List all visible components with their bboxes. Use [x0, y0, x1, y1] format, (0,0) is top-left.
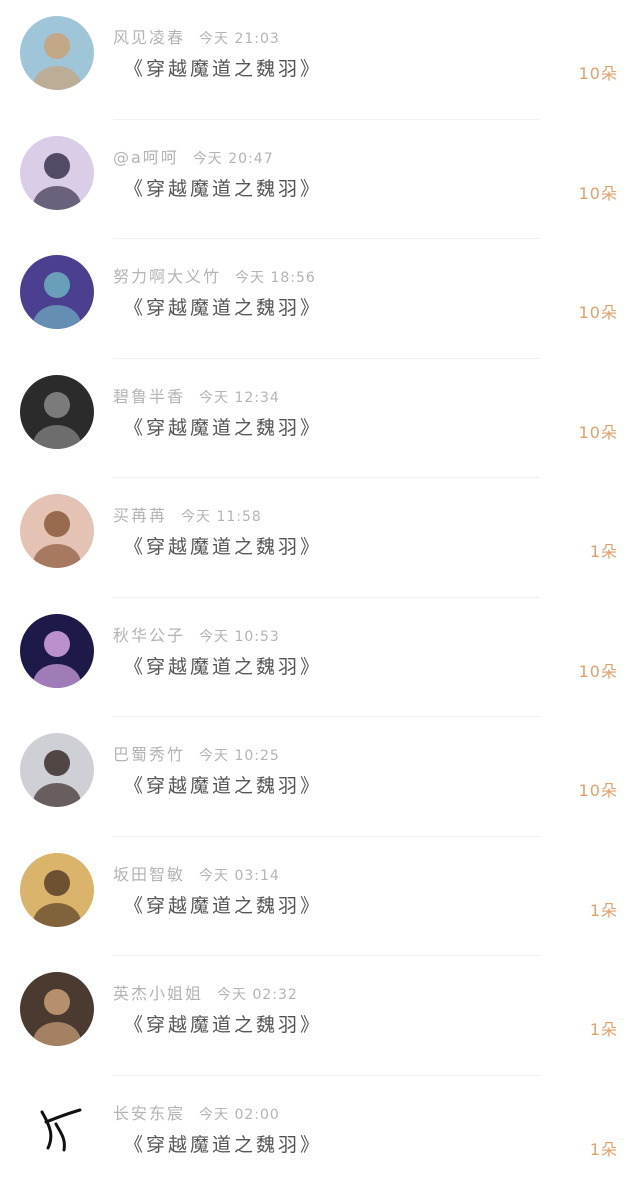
timestamp: 今天 20:47	[192, 150, 274, 167]
username[interactable]: 努力啊大义竹	[113, 267, 221, 286]
username[interactable]: 买苒苒	[113, 506, 167, 525]
user-photo-icon	[20, 16, 94, 90]
book-title[interactable]: 《穿越魔道之魏羽》	[124, 1010, 322, 1037]
user-photo-icon	[20, 972, 94, 1046]
user-meta: 秋华公子 今天 10:53	[113, 622, 280, 646]
username[interactable]: 长安东宸	[113, 1104, 185, 1123]
user-photo-icon	[20, 852, 94, 927]
book-title[interactable]: 《穿越魔道之魏羽》	[124, 1130, 322, 1157]
user-meta: @a呵呵 今天 20:47	[113, 144, 274, 168]
username[interactable]: 巴蜀秀竹	[113, 745, 185, 764]
book-title[interactable]: 《穿越魔道之魏羽》	[124, 54, 322, 81]
gift-count: 1朵	[589, 1020, 618, 1039]
timestamp: 今天 12:34	[199, 389, 280, 406]
book-title[interactable]: 《穿越魔道之魏羽》	[124, 532, 322, 559]
timestamp: 今天 02:32	[217, 987, 298, 1003]
list-item[interactable]: 买苒苒 今天 11:58 《穿越魔道之魏羽》 1朵	[0, 478, 640, 598]
book-title[interactable]: 《穿越魔道之魏羽》	[124, 891, 322, 918]
avatar[interactable]	[20, 374, 94, 449]
list-item[interactable]: 风见凌春 今天 21:03 《穿越魔道之魏羽》 10朵	[0, 0, 640, 120]
username[interactable]: 碧鲁半香	[113, 387, 185, 406]
timestamp: 今天 21:03	[199, 31, 280, 47]
user-photo-icon	[20, 613, 94, 688]
gift-count: 10朵	[578, 64, 618, 83]
user-meta: 碧鲁半香 今天 12:34	[113, 383, 280, 407]
timestamp: 今天 11:58	[181, 509, 262, 525]
book-title[interactable]: 《穿越魔道之魏羽》	[124, 293, 322, 320]
username[interactable]: @a呵呵	[113, 148, 179, 167]
user-meta: 努力啊大义竹 今天 18:56	[113, 263, 316, 287]
book-title[interactable]: 《穿越魔道之魏羽》	[124, 413, 322, 440]
gift-count: 1朵	[589, 900, 618, 920]
user-photo-icon	[20, 374, 94, 449]
user-meta: 长安东宸 今天 02:00	[113, 1100, 280, 1124]
user-photo-icon	[20, 135, 94, 210]
list-item[interactable]: 秋华公子 今天 10:53 《穿越魔道之魏羽》 10朵	[0, 598, 640, 717]
user-photo-icon	[20, 733, 94, 807]
user-meta: 买苒苒 今天 11:58	[113, 502, 262, 526]
list-item[interactable]: 英杰小姐姐 今天 02:32 《穿越魔道之魏羽》 1朵	[0, 956, 640, 1076]
book-title[interactable]: 《穿越魔道之魏羽》	[124, 174, 322, 201]
avatar[interactable]	[20, 852, 94, 927]
gift-count: 10朵	[578, 661, 618, 681]
user-meta: 坂田智敏 今天 03:14	[113, 861, 280, 885]
book-title[interactable]: 《穿越魔道之魏羽》	[124, 771, 322, 798]
username[interactable]: 秋华公子	[113, 626, 185, 645]
avatar[interactable]	[20, 494, 94, 568]
list-item[interactable]: 坂田智敏 今天 03:14 《穿越魔道之魏羽》 1朵	[0, 837, 640, 956]
timestamp: 今天 02:00	[199, 1106, 280, 1123]
avatar[interactable]	[20, 135, 94, 210]
avatar[interactable]	[20, 613, 94, 688]
user-photo-icon	[20, 255, 94, 329]
avatar[interactable]	[20, 733, 94, 807]
user-meta: 风见凌春 今天 21:03	[113, 24, 280, 48]
gift-count: 10朵	[578, 183, 618, 203]
gift-count: 10朵	[578, 303, 618, 322]
timestamp: 今天 10:25	[199, 748, 280, 764]
book-title[interactable]: 《穿越魔道之魏羽》	[124, 652, 322, 679]
gift-count: 10朵	[578, 422, 618, 442]
gift-record-list: 风见凌春 今天 21:03 《穿越魔道之魏羽》 10朵 @a呵呵 今天 20:47 《穿越魔…	[0, 0, 640, 1189]
gift-count: 1朵	[589, 1139, 618, 1159]
list-item[interactable]: 巴蜀秀竹 今天 10:25 《穿越魔道之魏羽》 10朵	[0, 717, 640, 837]
list-item[interactable]: @a呵呵 今天 20:47 《穿越魔道之魏羽》 10朵	[0, 120, 640, 239]
user-meta: 英杰小姐姐 今天 02:32	[113, 980, 298, 1004]
gift-count: 1朵	[589, 542, 618, 561]
list-item[interactable]: 努力啊大义竹 今天 18:56 《穿越魔道之魏羽》 10朵	[0, 239, 640, 359]
username[interactable]: 英杰小姐姐	[113, 984, 203, 1003]
avatar[interactable]	[20, 255, 94, 329]
username[interactable]: 坂田智敏	[113, 865, 185, 884]
signature-avatar-icon	[20, 1091, 94, 1166]
gift-count: 10朵	[578, 781, 618, 800]
avatar[interactable]	[20, 16, 94, 90]
timestamp: 今天 18:56	[235, 270, 316, 286]
avatar[interactable]	[20, 972, 94, 1046]
list-item[interactable]: 碧鲁半香 今天 12:34 《穿越魔道之魏羽》 10朵	[0, 359, 640, 478]
user-photo-icon	[20, 494, 94, 568]
avatar[interactable]	[20, 1091, 94, 1166]
username[interactable]: 风见凌春	[113, 28, 185, 47]
timestamp: 今天 03:14	[199, 867, 280, 884]
list-item[interactable]: 长安东宸 今天 02:00 《穿越魔道之魏羽》 1朵	[0, 1076, 640, 1189]
user-meta: 巴蜀秀竹 今天 10:25	[113, 741, 280, 765]
timestamp: 今天 10:53	[199, 628, 280, 645]
